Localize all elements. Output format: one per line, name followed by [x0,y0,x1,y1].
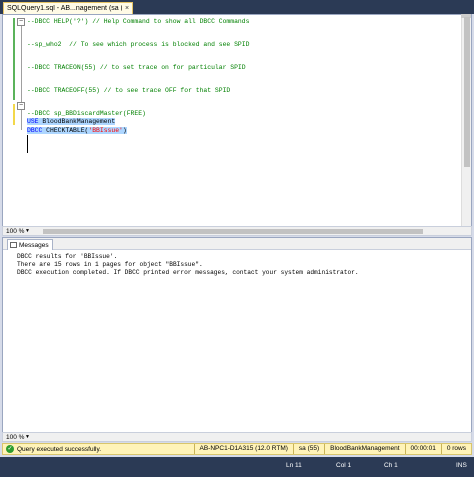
collapse-icon[interactable]: − [17,102,25,110]
tab-messages[interactable]: Messages [7,239,53,250]
selected-text: DBCC CHECKTABLE('BBIssue') [27,127,127,134]
messages-output: DBCC results for 'BBIssue'. There are 15 … [17,253,359,277]
code-token: CHECKTABLE( [42,127,89,134]
code-token: ) [122,127,127,134]
line-text: --DBCC HELP('?') // Help Command to show… [27,18,249,25]
line-text: --DBCC TRACEOFF(55) // to see trace OFF … [27,87,230,94]
application-status-bar: Ln 11 Col 1 Ch 1 INS [0,457,474,477]
login-name: sa (55) [292,444,324,454]
document-tab-strip: SQLQuery1.sql - AB...nagement (sa (55))*… [0,0,474,14]
code-token: --DBCC sp_BBDiscardMaster(FREE) [27,110,146,117]
code-token: USE [27,118,39,125]
code-token: --DBCC TRACEOFF(55) // to see trace OFF … [27,87,231,94]
zoom-level[interactable]: 100 % [6,227,24,236]
code-token: --sp_who2 // To see which process is blo… [27,41,250,48]
saved-change-bar [13,18,15,100]
editor-zoom-bar: 100 % ▼ [2,226,472,236]
unsaved-change-bar [13,104,15,125]
line-text: --DBCC sp_BBDiscardMaster(FREE) [27,110,146,117]
code-line[interactable]: --sp_who2 // To see which process is blo… [27,40,249,49]
query-status-bar: ✓ Query executed successfully. AB-NPC1-D… [2,443,472,455]
scroll-thumb[interactable] [43,229,423,234]
code-line[interactable]: DBCC CHECKTABLE('BBIssue') [27,126,127,135]
outline-line [21,23,22,130]
chevron-down-icon[interactable]: ▼ [25,433,30,442]
tab-messages-label: Messages [19,241,49,249]
insert-mode: INS [456,462,467,469]
line-text: --DBCC TRACEON(55) // to set trace on fo… [27,64,246,71]
query-editor[interactable]: − − --DBCC HELP('?') // Help Command to … [2,14,472,227]
database-name: BloodBankManagement [324,444,404,454]
messages-icon [10,242,17,248]
code-line[interactable]: --DBCC TRACEOFF(55) // to see trace OFF … [27,86,230,95]
text-caret [27,135,28,153]
code-token: --DBCC TRACEON(55) // to set trace on fo… [27,64,246,71]
message-line: DBCC results for 'BBIssue'. [17,253,118,260]
message-line: There are 15 rows in 1 pages for object … [17,261,203,268]
query-status-text: Query executed successfully. [17,445,102,453]
results-pane: Messages DBCC results for 'BBIssue'. Ther… [2,237,472,442]
server-name: AB-NPC1-D1A315 (12.0 RTM) [193,444,293,454]
elapsed-time: 00:00:01 [404,444,441,454]
ssms-window: SQLQuery1.sql - AB...nagement (sa (55))*… [0,0,474,477]
results-zoom-bar: 100 % ▼ [2,432,472,442]
line-text: --sp_who2 // To see which process is blo… [27,41,249,48]
editor-horizontal-scrollbar[interactable] [43,228,461,235]
column-number: Col 1 [336,462,352,469]
code-token: BloodBankManagement [38,118,116,125]
code-line[interactable]: USE BloodBankManagement [27,117,116,126]
char-number: Ch 1 [384,462,398,469]
row-count: 0 rows [440,444,471,454]
query-tab-title: SQLQuery1.sql - AB...nagement (sa (55))* [7,5,122,12]
line-number: Ln 11 [286,462,302,469]
collapse-icon[interactable]: − [17,18,25,26]
close-icon[interactable]: × [122,5,132,12]
chevron-down-icon[interactable]: ▼ [25,227,30,236]
code-token: --DBCC HELP('?') // Help Command to show… [27,18,250,25]
code-line[interactable]: --DBCC HELP('?') // Help Command to show… [27,17,249,26]
code-token: DBCC [27,127,43,134]
editor-vertical-scrollbar[interactable] [461,14,471,226]
code-line[interactable]: --DBCC TRACEON(55) // to set trace on fo… [27,63,246,72]
scroll-thumb[interactable] [464,17,470,167]
message-line: DBCC execution completed. If DBCC printe… [17,269,359,276]
selected-text: USE BloodBankManagement [27,118,116,125]
query-document-tab[interactable]: SQLQuery1.sql - AB...nagement (sa (55))*… [3,2,133,14]
zoom-level[interactable]: 100 % [6,433,24,442]
editor-margin [3,15,11,226]
results-tab-bar: Messages [3,238,471,250]
code-token: 'BBIssue' [88,127,123,134]
check-circle-icon: ✓ [6,445,14,453]
